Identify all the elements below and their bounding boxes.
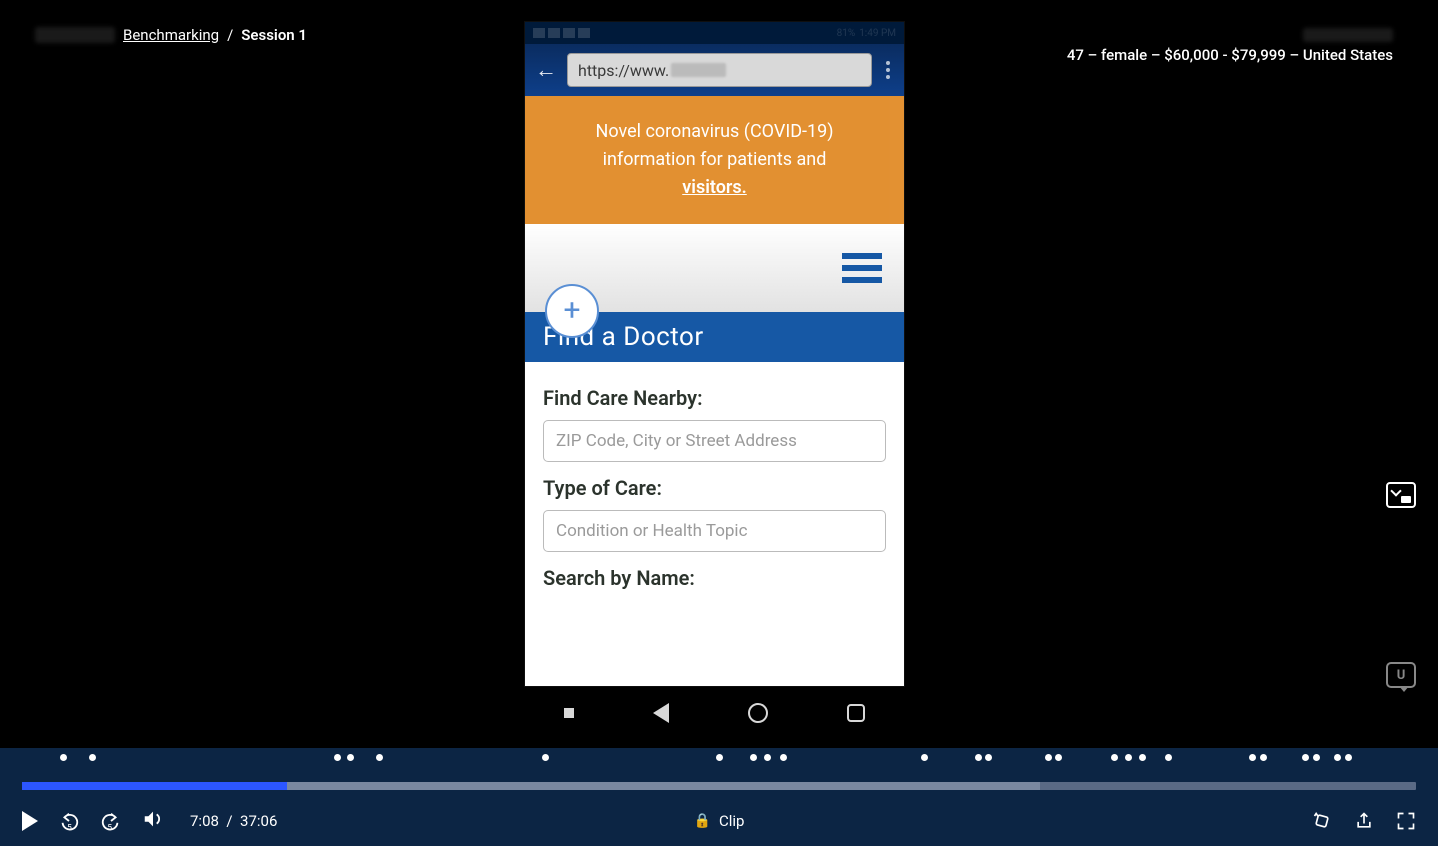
timeline-marker[interactable] [716,754,723,761]
timeline-marker[interactable] [921,754,928,761]
rotate-icon[interactable] [1312,811,1332,831]
svg-text:5: 5 [67,823,72,832]
clip-label: Clip [719,812,744,830]
nearby-label: Find Care Nearby: [543,386,886,410]
timeline-marker[interactable] [1045,754,1052,761]
breadcrumb: Benchmarking / Session 1 [35,26,307,44]
status-notification-icons [533,28,590,38]
status-right: 81% 1:49 PM [837,28,896,39]
nav-recent-small-icon[interactable] [564,708,574,718]
timeline-marker[interactable] [1055,754,1062,761]
play-icon[interactable] [22,811,38,831]
hamburger-icon[interactable] [842,253,882,283]
url-redacted [671,63,726,77]
url-text: https://www. [578,61,669,80]
timeline-marker[interactable] [1139,754,1146,761]
player-controls: 5 5 7:08 / 37:06 🔒 Clip [0,796,1438,846]
covid-text-2: information for patients and [603,149,827,170]
scrub-track[interactable] [22,782,1416,790]
share-icon[interactable] [1354,811,1374,831]
nav-home-icon[interactable] [748,703,768,723]
timeline-marker[interactable] [975,754,982,761]
time-separator: / [226,812,232,830]
svg-text:5: 5 [107,823,112,832]
timeline-marker[interactable] [1111,754,1118,761]
timeline-marker[interactable] [60,754,67,761]
browser-back-icon[interactable]: ← [535,57,557,83]
pip-button-icon[interactable] [1386,482,1416,508]
timeline-marker[interactable] [334,754,341,761]
breadcrumb-link[interactable]: Benchmarking [123,26,219,44]
android-status-bar: 81% 1:49 PM [525,22,904,44]
battery-percent: 81% [837,28,856,39]
nav-recent-icon[interactable] [847,704,865,722]
browser-menu-icon[interactable] [882,58,894,82]
timeline-marker[interactable] [1249,754,1256,761]
timeline-marker[interactable] [347,754,354,761]
breadcrumb-separator: / [227,26,233,44]
timeline-marker[interactable] [1302,754,1309,761]
participant-demographics: 47 – female – $60,000 - $79,999 – United… [1067,46,1393,64]
timeline-marker[interactable] [985,754,992,761]
name-label: Search by Name: [543,566,886,590]
timeline-marker[interactable] [1165,754,1172,761]
timeline-marker[interactable] [1125,754,1132,761]
chat-bubble-icon[interactable]: U [1386,662,1416,688]
scrub-progress [22,782,287,790]
url-bar[interactable]: https://www. [567,53,872,87]
android-nav-bar [525,692,904,734]
timeline-marker[interactable] [89,754,96,761]
status-clock: 1:49 PM [859,28,896,39]
timeline [0,748,1438,796]
timeline-marker[interactable] [1345,754,1352,761]
skip-forward-5-icon[interactable]: 5 [100,810,122,832]
browser-chrome: ← https://www. [525,44,904,96]
timeline-marker[interactable] [542,754,549,761]
timeline-marker[interactable] [1313,754,1320,761]
redacted-brand [35,27,115,43]
type-input[interactable] [543,510,886,552]
timeline-marker[interactable] [764,754,771,761]
timeline-marker[interactable] [780,754,787,761]
breadcrumb-current: Session 1 [241,26,307,44]
timeline-marker[interactable] [376,754,383,761]
covid-text-1: Novel coronavirus (COVID-19) [595,121,833,142]
volume-icon[interactable] [142,808,164,834]
current-time: 7:08 [190,812,219,830]
lock-icon: 🔒 [694,813,711,829]
skip-back-5-icon[interactable]: 5 [58,810,80,832]
timeline-marker[interactable] [750,754,757,761]
nearby-input[interactable] [543,420,886,462]
timeline-marker[interactable] [1260,754,1267,761]
redacted-username [1303,28,1393,42]
covid-link-text: visitors. [682,177,746,198]
total-time: 37:06 [240,812,277,830]
timeline-marker[interactable] [1334,754,1341,761]
fullscreen-icon[interactable] [1396,811,1416,831]
search-form: Find Care Nearby: Type of Care: Search b… [525,362,904,620]
clip-button[interactable]: 🔒 Clip [694,812,745,830]
participant-meta: 47 – female – $60,000 - $79,999 – United… [1067,28,1393,64]
time-display: 7:08 / 37:06 [190,812,277,830]
plus-fab-icon[interactable]: + [545,284,599,338]
site-header: + [525,224,904,312]
marker-row [22,754,1416,764]
device-frame: 81% 1:49 PM ← https://www. Novel coronav… [525,22,904,686]
type-label: Type of Care: [543,476,886,500]
nav-back-icon[interactable] [653,703,669,723]
covid-banner[interactable]: Novel coronavirus (COVID-19) information… [525,96,904,224]
